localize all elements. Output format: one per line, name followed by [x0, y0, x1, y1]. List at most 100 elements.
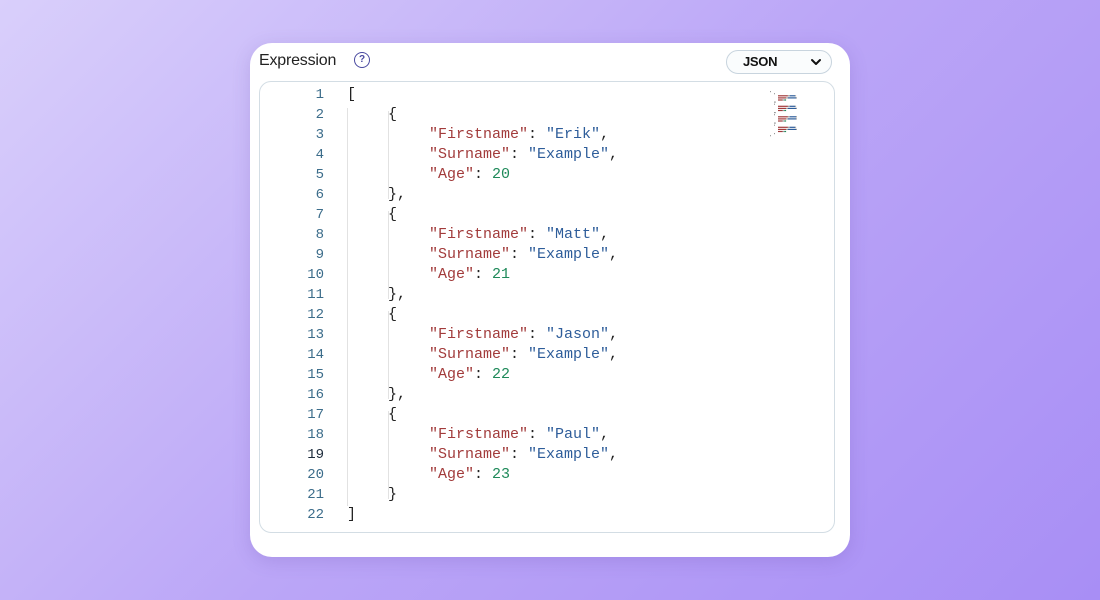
code-token-num: 21 [492, 266, 511, 283]
minimap-token [778, 99, 783, 101]
line-number: 16 [307, 387, 324, 403]
minimap-token [774, 114, 775, 116]
line-number: 14 [307, 347, 324, 363]
minimap-token [784, 130, 787, 133]
code-line: "Age": 22 [347, 365, 794, 385]
code-line: { [347, 405, 794, 425]
code-token-punc: : [474, 466, 493, 483]
code-token-key: "Surname" [429, 346, 511, 363]
code-line: "Surname": "Example", [347, 245, 794, 265]
code-token-key: "Surname" [429, 246, 511, 263]
code-token-punc: [ [347, 86, 357, 103]
format-select[interactable]: JSON [726, 50, 832, 74]
line-number: 13 [307, 327, 324, 343]
minimap-token [784, 109, 787, 112]
minimap-token [796, 107, 797, 109]
code-token-punc: : [474, 366, 493, 383]
minimap-token [782, 99, 785, 101]
minimap-token [795, 126, 797, 128]
code-token-str: "Example" [528, 246, 610, 263]
code-editor[interactable]: 1 2 3 4 5 6 7 8 9 10 11 12 13 14 15 16 17 18 19 20 21 22 [{"F… [259, 81, 835, 533]
line-number: 6 [315, 187, 324, 203]
code-token-num: 23 [492, 466, 511, 483]
minimap-token [782, 130, 785, 133]
code-token-punc: { [388, 106, 398, 123]
code-line: "Age": 21 [347, 265, 794, 285]
code-token-punc: : [510, 446, 529, 463]
line-number: 1 [315, 87, 324, 103]
code-token-punc: }, [388, 286, 407, 303]
minimap-token [787, 105, 790, 107]
minimap-token [796, 128, 797, 130]
minimap-token [789, 105, 796, 107]
minimap-preview [770, 91, 797, 137]
minimap-token [796, 116, 797, 118]
minimap-token [796, 118, 797, 120]
minimap-token [778, 128, 787, 130]
minimap-token [774, 103, 775, 105]
code-line: "Surname": "Example", [347, 345, 794, 365]
chevron-down-icon [811, 59, 821, 65]
minimap-token [782, 120, 785, 122]
code-token-punc: : [528, 226, 547, 243]
minimap-token [786, 118, 788, 120]
minimap-token [786, 97, 788, 99]
code-token-str: "Paul" [546, 426, 601, 443]
code-token-punc: , [600, 426, 610, 443]
minimap-token [774, 101, 776, 103]
minimap-token [778, 105, 788, 107]
code-token-punc: : [510, 146, 529, 163]
minimap-token [795, 105, 797, 107]
minimap-token [778, 97, 787, 99]
code-token-str: "Matt" [546, 226, 601, 243]
minimap[interactable] [768, 90, 812, 140]
code-line: "Firstname": "Erik", [347, 125, 794, 145]
minimap-token [789, 95, 796, 97]
question-circle-icon[interactable]: ? [354, 52, 370, 68]
code-token-punc: : [510, 346, 529, 363]
line-number: 20 [307, 467, 324, 483]
line-number: 18 [307, 427, 324, 443]
minimap-token [782, 109, 785, 112]
minimap-token [787, 107, 796, 109]
code-line: "Age": 20 [347, 165, 794, 185]
code-token-str: "Jason" [546, 326, 610, 343]
line-number: 8 [315, 227, 324, 243]
code-token-key: "Surname" [429, 146, 511, 163]
code-token-punc: , [609, 346, 619, 363]
code-line: { [347, 305, 794, 325]
code-token-punc: }, [388, 386, 407, 403]
code-token-str: "Erik" [546, 126, 601, 143]
code-line: [ [347, 85, 794, 105]
code-token-punc: , [609, 146, 619, 163]
code-token-key: "Age" [429, 366, 475, 383]
minimap-token [786, 128, 788, 130]
code-token-num: 20 [492, 166, 511, 183]
code-token-punc: : [528, 126, 547, 143]
minimap-token [784, 120, 787, 122]
code-line: "Firstname": "Matt", [347, 225, 794, 245]
minimap-token [778, 95, 788, 97]
minimap-token [770, 135, 771, 137]
minimap-token [778, 126, 788, 128]
line-number: 22 [307, 507, 324, 523]
code-line: "Firstname": "Jason", [347, 325, 794, 345]
line-number: 15 [307, 367, 324, 383]
line-number: 21 [307, 487, 324, 503]
code-token-punc: : [474, 266, 493, 283]
code-token-punc: , [609, 246, 619, 263]
code-area[interactable]: [{"Firstname": "Erik", "Surname": "Exampl… [347, 85, 794, 525]
minimap-token [774, 122, 776, 124]
code-line: } [347, 485, 794, 505]
line-number: 4 [315, 147, 324, 163]
code-token-key: "Firstname" [429, 326, 529, 343]
minimap-token [778, 130, 783, 133]
line-number: 7 [315, 207, 324, 223]
code-line: { [347, 205, 794, 225]
code-token-punc: , [600, 126, 610, 143]
code-token-punc: , [600, 226, 610, 243]
minimap-token [787, 116, 790, 118]
code-token-key: "Age" [429, 266, 475, 283]
line-number: 11 [307, 287, 324, 303]
minimap-token [774, 133, 775, 135]
